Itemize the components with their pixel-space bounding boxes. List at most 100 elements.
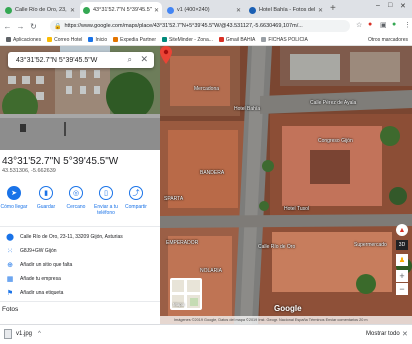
bookmark-label: SiteMinder - Zona... [168, 36, 213, 43]
decimal-coordinates: 43.531306, -5.662639 [2, 168, 56, 174]
bookmark-inicio[interactable]: Inicio [88, 37, 107, 43]
tab-4[interactable]: Hotel Bahía - Fotos del ... ✕ [246, 2, 326, 18]
tab-1[interactable]: Calle Río de Oro, 23, 33209 ✕ [2, 2, 78, 18]
back-icon[interactable]: ← [2, 22, 13, 31]
place-panel: 43°31'52.7"N 5°39'45.5"W ⌕ ✕ 43°31'52.7"… [0, 46, 160, 324]
minimize-icon[interactable]: – [376, 2, 380, 9]
map-label-shop[interactable]: Supermercado [354, 242, 387, 248]
map-label-shop[interactable]: SPARTA [164, 196, 183, 202]
map-label-shop[interactable]: BANDERA [200, 170, 224, 176]
close-downloads-icon[interactable]: ✕ [402, 330, 408, 338]
action-label: Enviar a tu teléfono [94, 204, 118, 216]
zoom-in-button[interactable]: + [396, 270, 408, 282]
plus-code-row[interactable]: ⁙ G8J9+GW Gijón [0, 245, 160, 257]
search-icon[interactable]: ⌕ [128, 55, 132, 65]
close-icon[interactable]: ✕ [318, 7, 323, 14]
add-business-row[interactable]: ▦ Añade tu empresa [0, 273, 160, 285]
add-label-row[interactable]: ⚑ Añadir una etiqueta [0, 287, 160, 299]
maps-favicon-icon [83, 6, 90, 14]
map-label-mercadona[interactable]: Mercadona [194, 86, 219, 92]
tab-2-active[interactable]: 43°31'52.7"N 5°39'45.5"W ✕ [80, 2, 162, 18]
share-icon: ⤴ [129, 186, 143, 200]
save-button[interactable]: ▮ Guardar [32, 186, 60, 210]
extension-icon[interactable]: ● [368, 21, 372, 28]
bookmark-other[interactable]: Otros marcadores [368, 37, 408, 43]
bookmark-label: Expedia Partner [120, 36, 156, 43]
close-icon[interactable]: ✕ [70, 7, 75, 14]
share-button[interactable]: ⤴ Compartir [122, 186, 150, 210]
show-all-downloads-button[interactable]: Mostrar todo [366, 331, 400, 337]
add-business-text: Añade tu empresa [20, 276, 61, 282]
extension-icon[interactable]: ▣ [380, 21, 387, 29]
window-close-icon[interactable]: ✕ [400, 2, 406, 10]
profile-icon[interactable]: ● [392, 21, 396, 28]
compass-icon[interactable]: ▲ [396, 224, 408, 236]
menu-icon[interactable]: ⋮ [404, 21, 411, 29]
reload-icon[interactable]: ↻ [28, 22, 39, 31]
add-label-text: Añadir una etiqueta [20, 290, 64, 296]
close-icon[interactable]: ✕ [154, 7, 159, 14]
plus-code-text: G8J9+GW Gijón [20, 248, 57, 254]
business-icon: ▦ [6, 276, 14, 283]
download-filename: v1.jpg [16, 331, 33, 337]
star-icon[interactable]: ☆ [356, 21, 362, 29]
bookmark-label: Inicio [95, 36, 108, 43]
map-attribution: Imágenes ©2019 Google, Datos del mapa ©2… [160, 316, 412, 324]
search-box[interactable]: 43°31'52.7"N 5°39'45.5"W ⌕ ✕ [8, 52, 154, 68]
map-label-place[interactable]: Congreso Gijón [318, 138, 353, 144]
bookmark-label: Aplicaciones [13, 36, 42, 43]
url-text: https://www.google.com/maps/place/43°31'… [64, 23, 303, 29]
chevron-up-icon[interactable]: ^ [38, 331, 41, 337]
clear-icon[interactable]: ✕ [140, 54, 148, 65]
folder-icon [47, 37, 53, 42]
send-to-phone-button[interactable]: ▯ Enviar a tu teléfono [92, 186, 120, 216]
bookmark-fichas[interactable]: FICHAS POLICIA [261, 36, 308, 43]
3d-toggle-button[interactable]: 3D [396, 240, 408, 250]
bookmark-correo-hotel[interactable]: Correo Hotel [47, 37, 82, 43]
address-bar[interactable]: 🔒 https://www.google.com/maps/place/43°3… [50, 20, 350, 32]
bookmark-label: Correo Hotel [54, 36, 83, 43]
zoom-out-button[interactable]: − [396, 283, 408, 295]
tab-label: v1 (400×240) [177, 7, 210, 13]
phone-icon: ▯ [99, 186, 113, 200]
site-icon [88, 37, 94, 42]
add-missing-place-row[interactable]: ⊕ Añadir un sitio que falta [0, 259, 160, 271]
map-label-hotel[interactable]: Hotel Tusol [284, 206, 309, 212]
maximize-icon[interactable]: □ [388, 2, 392, 9]
lock-icon: 🔒 [54, 23, 62, 30]
map-type-label: Mapa [173, 302, 185, 307]
map-label-shop[interactable]: NOLARIA [200, 268, 222, 274]
nearby-button[interactable]: ◎ Cercano [62, 186, 90, 210]
directions-button[interactable]: ➤ Cómo llegar [0, 186, 28, 210]
map-type-toggle[interactable]: Mapa [170, 278, 202, 310]
bookmark-siteminder[interactable]: SiteMinder - Zona... [161, 36, 213, 43]
new-tab-button[interactable]: + [330, 4, 336, 14]
download-item[interactable]: v1.jpg ^ [4, 329, 41, 339]
close-icon[interactable]: ✕ [236, 7, 241, 14]
toolbar: ← → ↻ 🔒 https://www.google.com/maps/plac… [0, 18, 412, 34]
satellite-map[interactable]: Mercadona Calle Pérez de Ayala Calle Río… [160, 46, 412, 324]
file-icon [4, 329, 12, 339]
action-label: Compartir [125, 204, 147, 210]
maps-favicon-icon [5, 6, 12, 14]
street-photo[interactable]: 43°31'52.7"N 5°39'45.5"W ⌕ ✕ [0, 46, 160, 150]
action-label: Cómo llegar [0, 204, 28, 210]
bookmark-label: FICHAS POLICIA [268, 36, 308, 43]
forward-icon[interactable]: → [15, 22, 26, 31]
bookmark-apps[interactable]: Aplicaciones [6, 37, 41, 43]
browser-window: Calle Río de Oro, 23, 33209 ✕ 43°31'52.7… [0, 0, 412, 344]
tab-3[interactable]: v1 (400×240) ✕ [164, 2, 244, 18]
address-row[interactable]: ⬤ Calle Río de Oro, 23-11, 33209 Gijón, … [0, 231, 160, 243]
site-icon [161, 37, 167, 42]
pegman-icon[interactable]: ♟ [396, 254, 408, 266]
location-marker-icon[interactable] [160, 46, 172, 64]
map-label-hotel[interactable]: Hotel Bahía [234, 106, 260, 112]
bookmark-expedia[interactable]: Expedia Partner [113, 37, 156, 43]
tab-label: Calle Río de Oro, 23, 33209 [15, 7, 68, 13]
photos-heading: Fotos [2, 306, 19, 313]
search-input[interactable]: 43°31'52.7"N 5°39'45.5"W [16, 57, 97, 64]
gmail-icon [218, 37, 224, 42]
map-label-shop[interactable]: EMPERADOR [166, 240, 198, 246]
bookmark-gmail[interactable]: Gmail BAHIA [218, 37, 255, 43]
facebook-favicon-icon [249, 6, 256, 14]
